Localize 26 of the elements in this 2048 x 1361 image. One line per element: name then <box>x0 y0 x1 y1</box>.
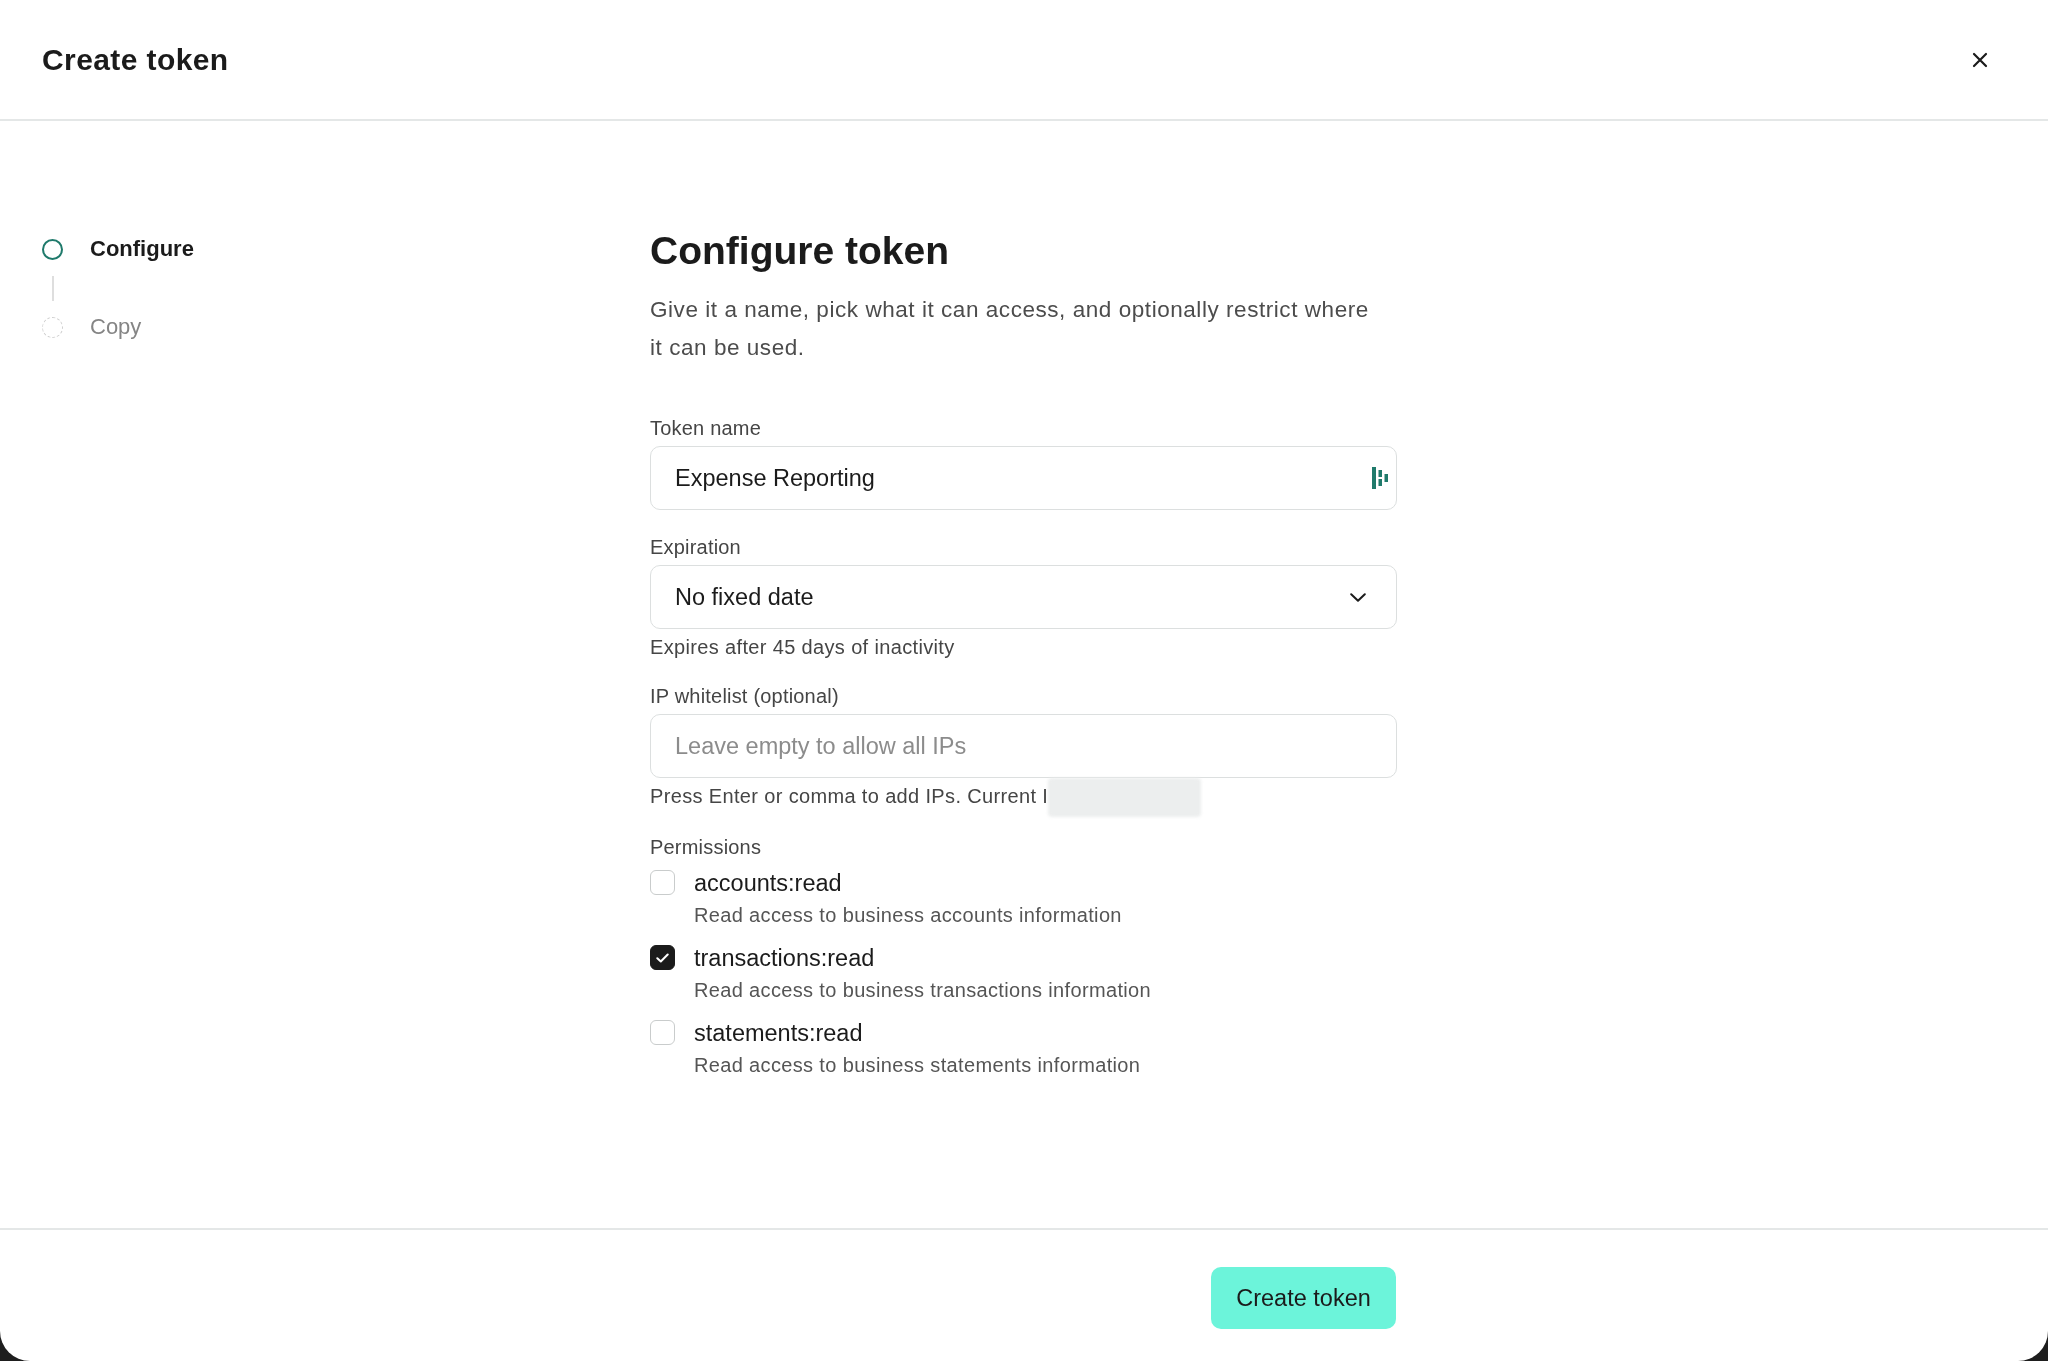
create-token-button[interactable]: Create token <box>1211 1267 1396 1329</box>
dialog-title: Create token <box>42 42 229 77</box>
permission-description: Read access to business statements information <box>694 1052 1142 1077</box>
helper-text: Press Enter or comma to add IPs. Current I <box>650 785 1049 807</box>
section-label: Permissions <box>650 834 763 859</box>
text-input-field[interactable]: Leave empty to allow all IPs <box>650 714 1397 778</box>
form-heading: Configure token <box>650 228 950 274</box>
field-label: Expiration <box>650 535 742 559</box>
step-label: Copy <box>90 313 142 341</box>
text-input-field[interactable]: Expense Reporting <box>650 446 1397 510</box>
helper-text: Expires after 45 days of inactivity <box>650 636 955 658</box>
step-label: Configure <box>90 235 194 263</box>
dropdown-field[interactable]: No fixed date <box>650 565 1397 629</box>
permission-description: Read access to business accounts information <box>694 902 1123 927</box>
form-description: Give it a name, pick what it can access, and optionally restrict where it can be used. <box>650 296 1370 362</box>
chevron-down-icon <box>1350 592 1366 602</box>
permission-name: transactions:read <box>694 943 876 973</box>
field-label: IP whitelist (optional) <box>650 684 840 708</box>
vertical-bars-icon[interactable] <box>1372 467 1388 489</box>
close-icon <box>1972 51 1988 68</box>
checkmark-icon <box>656 952 669 963</box>
checkbox[interactable] <box>650 945 675 971</box>
permission-name: accounts:read <box>694 868 843 898</box>
permission-name: statements:read <box>694 1018 864 1048</box>
field-label: Token name <box>650 416 762 440</box>
permission-description: Read access to business transactions information <box>694 977 1153 1002</box>
